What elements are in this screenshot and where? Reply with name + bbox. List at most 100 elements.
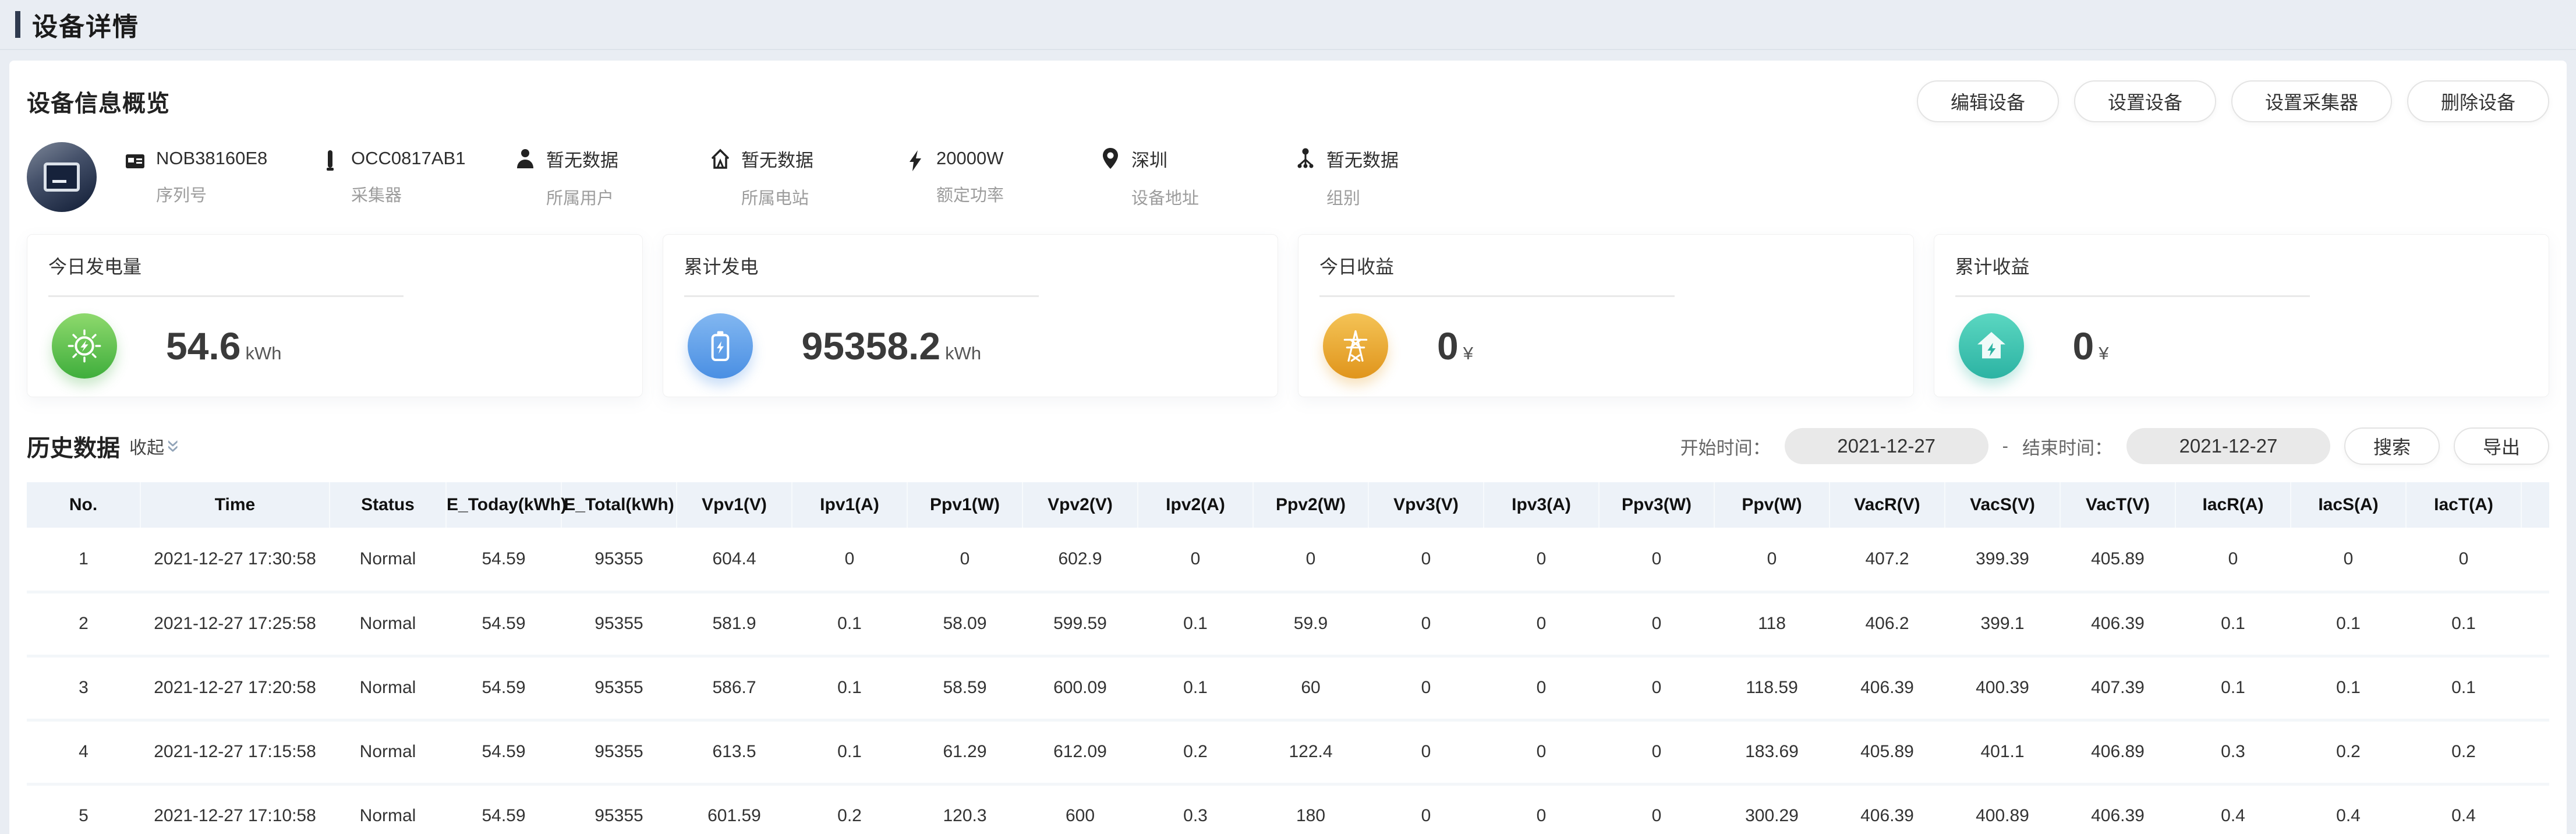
info-item-group: 暂无数据 组别: [1295, 146, 1490, 209]
serial-value: NOB38160E8: [156, 148, 267, 169]
collapse-toggle[interactable]: 收起 »: [129, 433, 181, 459]
table-row: 12021-12-27 17:30:58Normal54.5995355604.…: [27, 528, 2549, 592]
collector-icon: [320, 149, 341, 172]
table-cell: 400.39: [1945, 656, 2060, 720]
table-cell: 600: [1022, 784, 1138, 834]
table-cell: 406.39: [2060, 592, 2175, 656]
divider: [684, 295, 1039, 297]
table-cell: 0: [1484, 656, 1599, 720]
table-cell: 95355: [561, 720, 677, 784]
set-device-button[interactable]: 设置设备: [2074, 80, 2216, 122]
rated-power-value: 20000W: [936, 148, 1004, 169]
table-header-cell: Status: [330, 482, 446, 528]
table-header-cell: Ppv(W): [1714, 482, 1830, 528]
table-cell: 54.59: [446, 656, 561, 720]
table-header-cell: IacS(A): [2291, 482, 2406, 528]
date-range-separator: -: [2002, 436, 2008, 457]
end-date-input[interactable]: 2021-12-27: [2126, 428, 2330, 464]
table-cell: 613.5: [677, 720, 792, 784]
start-time-label: 开始时间：: [1680, 433, 1771, 460]
table-cell: Normal: [330, 784, 446, 834]
table-cell: 54.59: [446, 592, 561, 656]
table-cell: 0: [2175, 528, 2291, 592]
table-header-cell: Time: [140, 482, 330, 528]
collector-label: 采集器: [351, 182, 465, 206]
table-cell-filler: [2521, 656, 2549, 720]
set-collector-button[interactable]: 设置采集器: [2231, 80, 2392, 122]
address-label: 设备地址: [1131, 185, 1199, 209]
export-button[interactable]: 导出: [2454, 427, 2549, 465]
table-cell: 405.89: [1830, 720, 1945, 784]
table-cell: 0.1: [2175, 592, 2291, 656]
table-header-cell: Vpv3(V): [1368, 482, 1484, 528]
table-row: 52021-12-27 17:10:58Normal54.5995355601.…: [27, 784, 2549, 834]
table-cell: 0.1: [2291, 656, 2406, 720]
table-cell: 406.39: [1830, 656, 1945, 720]
end-time-label: 结束时间：: [2022, 433, 2113, 460]
table-cell: 0.2: [2406, 720, 2521, 784]
table-cell-filler: [2521, 528, 2549, 592]
table-cell: 118.59: [1714, 656, 1830, 720]
search-button[interactable]: 搜索: [2344, 427, 2440, 465]
table-cell: 604.4: [677, 528, 792, 592]
table-cell: 120.3: [907, 784, 1022, 834]
group-label: 组别: [1326, 185, 1399, 209]
table-cell: 0.4: [2175, 784, 2291, 834]
table-header-cell: No.: [27, 482, 140, 528]
table-cell: 406.39: [1830, 784, 1945, 834]
stat-unit: ¥: [2099, 343, 2108, 364]
table-cell-filler: [2521, 592, 2549, 656]
table-header-cell: Vpv2(V): [1022, 482, 1138, 528]
table-cell: 407.39: [2060, 656, 2175, 720]
table-cell: 0: [1714, 528, 1830, 592]
stat-value: 95358.2: [802, 324, 941, 368]
table-cell: 300.29: [1714, 784, 1830, 834]
stat-title: 累计收益: [1955, 252, 2528, 279]
table-header-cell: Ipv2(A): [1138, 482, 1253, 528]
stats-row: 今日发电量 54.6: [27, 234, 2549, 397]
table-cell: 602.9: [1022, 528, 1138, 592]
table-cell: 2: [27, 592, 140, 656]
table-cell: 95355: [561, 656, 677, 720]
table-cell-filler: [2521, 720, 2549, 784]
user-icon: [515, 147, 536, 170]
info-item-plant: 暂无数据 所属电站: [710, 146, 905, 209]
table-cell: 0: [1368, 592, 1484, 656]
table-header-cell: Ppv2(W): [1253, 482, 1368, 528]
table-cell: 601.59: [677, 784, 792, 834]
delete-device-button[interactable]: 删除设备: [2407, 80, 2549, 122]
table-cell: 0.3: [1138, 784, 1253, 834]
table-cell: 0: [1368, 720, 1484, 784]
table-header-cell: Ppv3(W): [1599, 482, 1714, 528]
device-overview-header: 设备信息概览 编辑设备 设置设备 设置采集器 删除设备: [27, 80, 2549, 122]
table-cell: 0.2: [2291, 720, 2406, 784]
table-cell: 0: [1599, 656, 1714, 720]
table-cell: 400.89: [1945, 784, 2060, 834]
title-accent-bar: [15, 11, 20, 38]
id-card-icon: [125, 149, 146, 172]
start-date-input[interactable]: 2021-12-27: [1785, 428, 1988, 464]
power-tower-icon: [1323, 313, 1388, 379]
stat-unit: ¥: [1463, 343, 1473, 364]
table-cell: 2021-12-27 17:30:58: [140, 528, 330, 592]
table-header-cell: E_Total(kWh): [561, 482, 677, 528]
table-cell: 0.4: [2406, 784, 2521, 834]
table-cell: 0.4: [2291, 784, 2406, 834]
device-action-buttons: 编辑设备 设置设备 设置采集器 删除设备: [1917, 80, 2549, 122]
table-cell: 0.2: [792, 784, 907, 834]
table-cell: 0: [2291, 528, 2406, 592]
table-cell: 95355: [561, 784, 677, 834]
table-cell: 0.1: [1138, 656, 1253, 720]
divider: [1955, 295, 2310, 297]
edit-device-button[interactable]: 编辑设备: [1917, 80, 2059, 122]
table-cell: 0: [792, 528, 907, 592]
rated-power-label: 额定功率: [936, 182, 1004, 206]
table-header-cell: IacT(A): [2406, 482, 2521, 528]
history-heading: 历史数据: [27, 429, 120, 463]
house-energy-icon: [1959, 313, 2024, 379]
table-cell: 0: [1138, 528, 1253, 592]
table-cell: 399.39: [1945, 528, 2060, 592]
table-cell: 586.7: [677, 656, 792, 720]
table-cell: 0: [1368, 656, 1484, 720]
collector-value: OCC0817AB1: [351, 148, 465, 169]
